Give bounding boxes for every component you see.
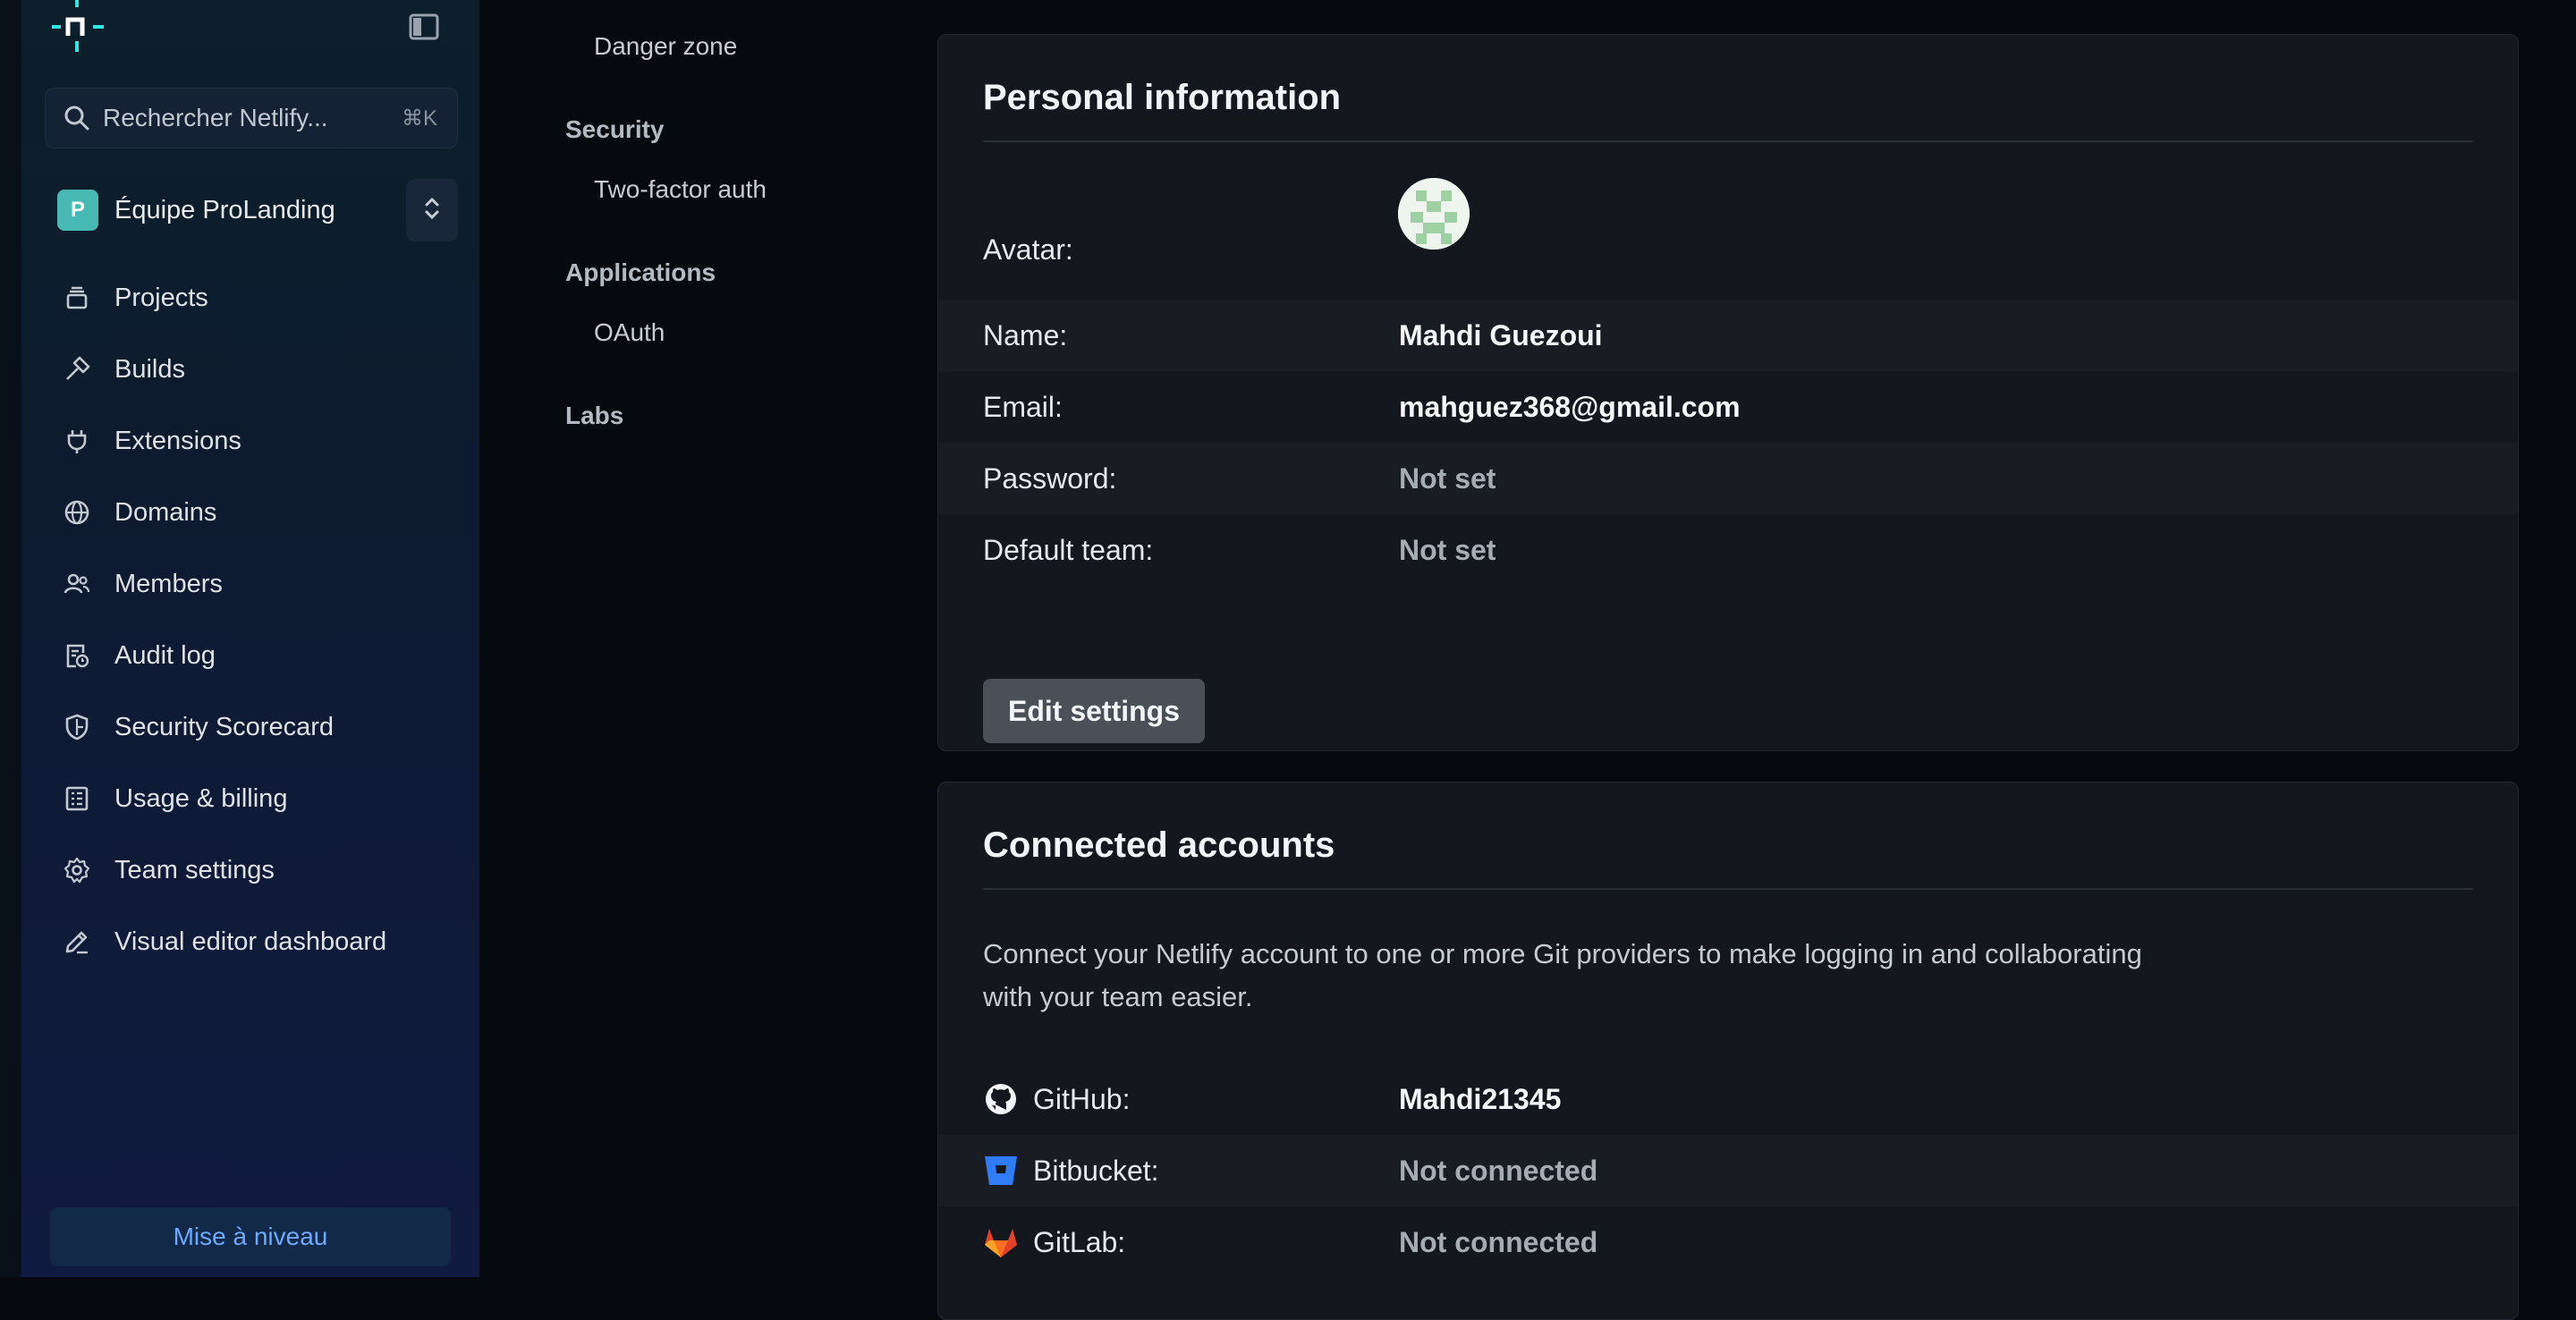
search-placeholder: Rechercher Netlify... bbox=[103, 104, 328, 131]
team-switch-button[interactable] bbox=[406, 179, 458, 241]
team-avatar: P bbox=[57, 190, 98, 231]
upgrade-button[interactable]: Mise à niveau bbox=[50, 1207, 451, 1266]
sidebar-item-security-scorecard[interactable]: Security Scorecard bbox=[45, 691, 458, 763]
github-icon bbox=[983, 1081, 1019, 1117]
name-label: Name: bbox=[983, 318, 1068, 351]
search-input[interactable]: Rechercher Netlify... ⌘K bbox=[45, 88, 458, 148]
github-label-wrap: GitHub: bbox=[983, 1081, 1130, 1117]
avatar[interactable] bbox=[1398, 178, 1470, 250]
sidebar-item-members[interactable]: Members bbox=[45, 548, 458, 620]
netlify-logo-icon[interactable] bbox=[50, 0, 107, 54]
password-value: Not set bbox=[1399, 461, 1496, 495]
divider bbox=[983, 888, 2473, 890]
name-row: Name: Mahdi Guezoui bbox=[938, 300, 2518, 371]
sidebar-nav: Projects Builds Extensions Domains Membe… bbox=[45, 262, 458, 977]
sidebar-item-builds[interactable]: Builds bbox=[45, 334, 458, 405]
gear-icon bbox=[61, 854, 93, 886]
subnav-oauth[interactable]: OAuth bbox=[594, 318, 665, 347]
gitlab-label: GitLab: bbox=[1033, 1225, 1126, 1258]
gitlab-icon bbox=[983, 1224, 1019, 1260]
receipt-icon bbox=[61, 783, 93, 815]
password-row: Password: Not set bbox=[938, 443, 2518, 514]
github-label: GitHub: bbox=[1033, 1082, 1131, 1115]
team-name: Équipe ProLanding bbox=[114, 195, 335, 224]
sidebar-item-extensions[interactable]: Extensions bbox=[45, 405, 458, 477]
divider bbox=[983, 140, 2473, 142]
email-row: Email: mahguez368@gmail.com bbox=[938, 371, 2518, 443]
default-team-value: Not set bbox=[1399, 533, 1496, 566]
github-row: GitHub: Mahdi21345 bbox=[938, 1063, 2518, 1135]
sidebar-item-usage-billing[interactable]: Usage & billing bbox=[45, 763, 458, 834]
hammer-icon bbox=[61, 353, 93, 385]
sidebar-item-label: Domains bbox=[114, 497, 217, 527]
card-title: Personal information bbox=[983, 78, 1342, 117]
gitlab-row: GitLab: Not connected bbox=[938, 1206, 2518, 1278]
sidebar-item-label: Builds bbox=[114, 354, 185, 384]
subnav-danger-zone[interactable]: Danger zone bbox=[594, 32, 737, 61]
edit-settings-button[interactable]: Edit settings bbox=[983, 679, 1205, 743]
personal-information-card: Personal information Avatar: Name: Mahdi… bbox=[937, 34, 2519, 751]
avatar-label: Avatar: bbox=[983, 233, 1073, 266]
sidebar-item-domains[interactable]: Domains bbox=[45, 477, 458, 548]
members-icon bbox=[61, 568, 93, 600]
email-value: mahguez368@gmail.com bbox=[1399, 390, 1741, 423]
avatar-row: Avatar: bbox=[938, 178, 2518, 285]
sidebar-item-label: Extensions bbox=[114, 426, 242, 455]
bitbucket-icon bbox=[983, 1153, 1019, 1189]
card-title: Connected accounts bbox=[983, 825, 1335, 865]
subnav-heading-applications[interactable]: Applications bbox=[565, 258, 716, 287]
plug-icon bbox=[61, 425, 93, 457]
password-label: Password: bbox=[983, 461, 1117, 495]
sidebar: Rechercher Netlify... ⌘K P Équipe ProLan… bbox=[0, 0, 479, 1277]
sidebar-item-label: Projects bbox=[114, 283, 208, 312]
sidebar-item-projects[interactable]: Projects bbox=[45, 262, 458, 334]
search-shortcut: ⌘K bbox=[401, 106, 437, 131]
audit-log-icon bbox=[61, 639, 93, 672]
sidebar-item-label: Visual editor dashboard bbox=[114, 927, 387, 956]
projects-icon bbox=[61, 282, 93, 314]
subnav-heading-security[interactable]: Security bbox=[565, 115, 665, 144]
gitlab-label-wrap: GitLab: bbox=[983, 1224, 1125, 1260]
search-icon bbox=[62, 103, 92, 133]
gitlab-value: Not connected bbox=[1399, 1225, 1598, 1258]
bitbucket-value: Not connected bbox=[1399, 1154, 1598, 1187]
sidebar-item-label: Audit log bbox=[114, 640, 216, 670]
sidebar-item-label: Team settings bbox=[114, 855, 275, 884]
name-value: Mahdi Guezoui bbox=[1399, 318, 1603, 351]
sidebar-item-label: Security Scorecard bbox=[114, 712, 334, 741]
globe-icon bbox=[61, 496, 93, 529]
default-team-row: Default team: Not set bbox=[938, 514, 2518, 586]
shield-icon bbox=[61, 711, 93, 743]
subnav-two-factor-auth[interactable]: Two-factor auth bbox=[594, 175, 767, 204]
sidebar-item-visual-editor[interactable]: Visual editor dashboard bbox=[45, 906, 458, 977]
bitbucket-row: Bitbucket: Not connected bbox=[938, 1135, 2518, 1206]
pencil-icon bbox=[61, 926, 93, 958]
sidebar-item-team-settings[interactable]: Team settings bbox=[45, 834, 458, 906]
bitbucket-label-wrap: Bitbucket: bbox=[983, 1153, 1159, 1189]
bitbucket-label: Bitbucket: bbox=[1033, 1154, 1159, 1187]
email-label: Email: bbox=[983, 390, 1063, 423]
connected-accounts-card: Connected accounts Connect your Netlify … bbox=[937, 782, 2519, 1320]
default-team-label: Default team: bbox=[983, 533, 1154, 566]
chevron-up-down-icon bbox=[423, 195, 441, 226]
sidebar-item-label: Members bbox=[114, 569, 223, 598]
github-value: Mahdi21345 bbox=[1399, 1082, 1562, 1115]
sidebar-toggle-icon[interactable] bbox=[408, 13, 440, 41]
sidebar-item-audit-log[interactable]: Audit log bbox=[45, 620, 458, 691]
connected-accounts-description: Connect your Netlify account to one or m… bbox=[983, 938, 2142, 1012]
subnav-heading-labs[interactable]: Labs bbox=[565, 402, 623, 430]
sidebar-item-label: Usage & billing bbox=[114, 783, 288, 813]
team-switcher[interactable]: P Équipe ProLanding bbox=[45, 179, 458, 241]
